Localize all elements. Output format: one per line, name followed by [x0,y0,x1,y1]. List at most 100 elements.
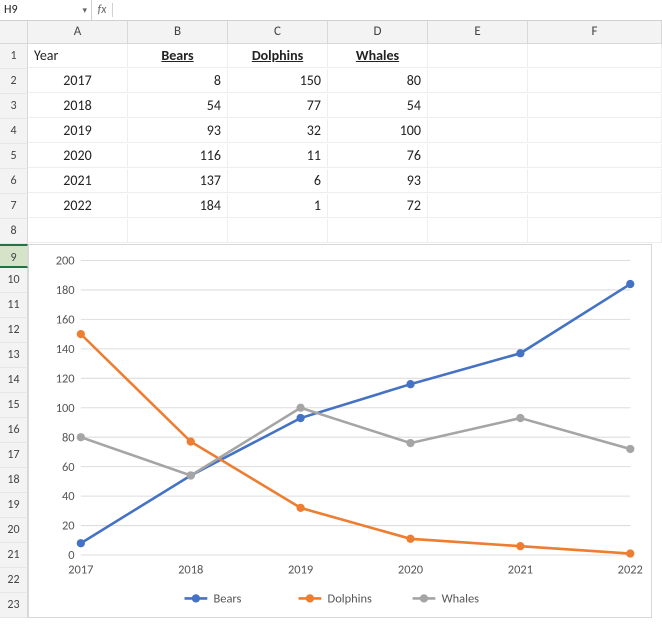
cell[interactable]: 2020 [28,144,128,168]
row-header[interactable]: 7 [0,194,28,219]
row-header[interactable]: 11 [0,293,28,318]
cell[interactable] [28,219,128,243]
cell[interactable] [328,219,428,243]
cell[interactable] [428,144,528,168]
row-header[interactable]: 5 [0,144,28,169]
row-header[interactable]: 22 [0,568,28,593]
cell[interactable] [428,194,528,218]
row-header[interactable]: 19 [0,493,28,518]
cell[interactable]: 2022 [28,194,128,218]
col-header-C[interactable]: C [228,21,328,44]
row-header[interactable]: 2 [0,69,28,94]
cell[interactable]: 137 [128,169,228,193]
cell[interactable]: Whales [328,44,428,68]
col-header-D[interactable]: D [328,21,428,44]
row-header[interactable]: 1 [0,44,28,69]
name-box[interactable]: H9 ▾ [0,0,92,20]
svg-text:2021: 2021 [508,563,533,578]
cell[interactable]: 93 [328,169,428,193]
cell[interactable]: 54 [328,94,428,118]
cell[interactable] [428,169,528,193]
row-header[interactable]: 9 [0,244,28,268]
row-header[interactable]: 6 [0,169,28,194]
cell[interactable] [128,219,228,243]
cell[interactable] [528,119,662,143]
cell[interactable]: 150 [228,69,328,93]
cell[interactable]: Bears [128,44,228,68]
cell[interactable]: 2019 [28,119,128,143]
svg-text:2020: 2020 [398,563,423,578]
row-header[interactable]: 4 [0,119,28,144]
cell[interactable] [528,69,662,93]
col-header-E[interactable]: E [428,21,528,44]
cell[interactable]: 184 [128,194,228,218]
row-header[interactable]: 17 [0,443,28,468]
row-header[interactable]: 20 [0,518,28,543]
row-header[interactable]: 12 [0,318,28,343]
cell[interactable]: 116 [128,144,228,168]
cell[interactable]: 77 [228,94,328,118]
select-all-corner[interactable] [0,21,28,44]
cell[interactable] [528,44,662,68]
row-header[interactable]: 14 [0,368,28,393]
cell[interactable]: Dolphins [228,44,328,68]
embedded-chart[interactable]: 0204060801001201401601802002017201820192… [28,244,652,618]
cell[interactable]: 93 [128,119,228,143]
cell[interactable] [528,194,662,218]
cell[interactable]: 2018 [28,94,128,118]
cell[interactable] [528,169,662,193]
cell[interactable] [228,219,328,243]
cell[interactable] [528,219,662,243]
row-header[interactable]: 3 [0,94,28,119]
cell-text: 54 [407,97,421,114]
svg-text:20: 20 [62,519,75,534]
cell-text: 72 [407,197,421,214]
chart-container[interactable]: 0204060801001201401601802002017201820192… [28,244,662,618]
cell-text: 116 [200,147,221,164]
spreadsheet-grid: A B C D E F 1 Year Bears Dolphins Whales… [0,21,662,618]
cell-text: 77 [307,97,321,114]
col-header-A[interactable]: A [28,21,128,44]
svg-text:100: 100 [56,401,75,416]
row-header[interactable]: 18 [0,468,28,493]
cell[interactable] [428,94,528,118]
cell[interactable]: 32 [228,119,328,143]
row-header[interactable]: 8 [0,219,28,244]
cell[interactable] [428,119,528,143]
row-header[interactable]: 10 [0,268,28,293]
cell[interactable] [528,94,662,118]
cell[interactable]: 100 [328,119,428,143]
row-header[interactable]: 15 [0,393,28,418]
col-header-B[interactable]: B [128,21,228,44]
cell[interactable]: Year [28,44,128,68]
cell[interactable]: 2021 [28,169,128,193]
cell[interactable] [528,144,662,168]
cell-text: 2020 [63,147,91,164]
svg-text:120: 120 [56,371,75,386]
cell[interactable]: 1 [228,194,328,218]
cell[interactable]: 72 [328,194,428,218]
row-header[interactable]: 21 [0,543,28,568]
cell[interactable]: 6 [228,169,328,193]
cell-text: 93 [207,122,221,139]
cell[interactable] [428,219,528,243]
chevron-down-icon[interactable]: ▾ [82,5,87,16]
cell[interactable]: 11 [228,144,328,168]
svg-text:180: 180 [56,283,75,298]
cell[interactable] [428,44,528,68]
row-header[interactable]: 16 [0,418,28,443]
cell[interactable] [428,69,528,93]
cell-text: 184 [200,197,221,214]
row-header[interactable]: 23 [0,593,28,618]
cell[interactable]: 54 [128,94,228,118]
fx-icon[interactable]: fx [92,3,113,17]
cell[interactable]: 80 [328,69,428,93]
cell-text: 100 [400,122,421,139]
line-chart: 0204060801001201401601802002017201820192… [29,245,651,617]
cell-text: 54 [207,97,221,114]
cell[interactable]: 8 [128,69,228,93]
cell[interactable]: 76 [328,144,428,168]
col-header-F[interactable]: F [528,21,662,44]
row-header[interactable]: 13 [0,343,28,368]
cell[interactable]: 2017 [28,69,128,93]
